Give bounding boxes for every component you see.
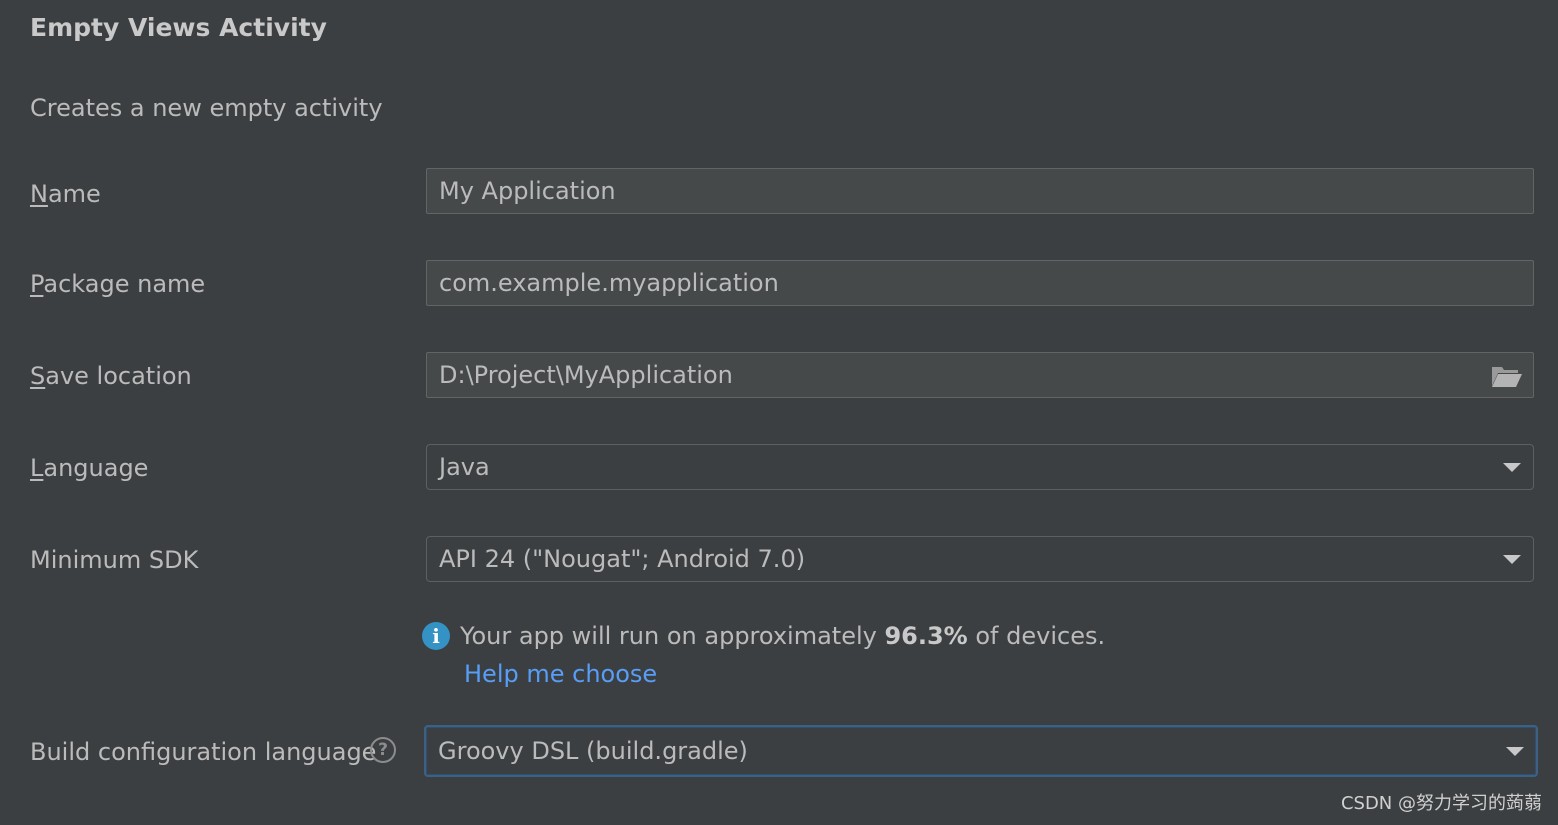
page-title: Empty Views Activity bbox=[30, 13, 327, 42]
watermark: CSDN @努力学习的蒟蒻 bbox=[1340, 793, 1542, 814]
save-location-label-text: ave location bbox=[45, 362, 192, 390]
package-name-input[interactable]: com.example.myapplication bbox=[426, 260, 1534, 306]
name-input-value: My Application bbox=[439, 177, 616, 205]
build-config-label: Build configuration language bbox=[30, 738, 377, 766]
minimum-sdk-select[interactable]: API 24 ("Nougat"; Android 7.0) bbox=[426, 536, 1534, 582]
sdk-coverage-suffix: of devices. bbox=[967, 622, 1106, 650]
name-input[interactable]: My Application bbox=[426, 168, 1534, 214]
sdk-coverage-prefix: Your app will run on approximately bbox=[460, 622, 885, 650]
sdk-coverage-percent: 96.3% bbox=[884, 622, 968, 650]
save-location-label-mnemonic: S bbox=[30, 362, 46, 390]
name-label-text: ame bbox=[47, 180, 101, 208]
minimum-sdk-label: Minimum SDK bbox=[30, 546, 199, 574]
language-label: Language bbox=[30, 450, 148, 486]
save-location-input[interactable]: D:\Project\MyApplication bbox=[426, 352, 1534, 398]
info-icon: i bbox=[422, 622, 450, 650]
sdk-coverage-info: i Your app will run on approximately 96.… bbox=[422, 618, 1105, 654]
chevron-down-icon[interactable] bbox=[1506, 747, 1524, 756]
language-select-value: Java bbox=[439, 453, 490, 481]
name-label-mnemonic: N bbox=[30, 180, 48, 208]
chevron-down-icon[interactable] bbox=[1503, 463, 1521, 472]
folder-open-icon[interactable] bbox=[1491, 364, 1523, 388]
help-icon[interactable]: ? bbox=[370, 737, 396, 763]
package-name-label-text: ackage name bbox=[43, 270, 206, 298]
package-name-label: Package name bbox=[30, 266, 205, 302]
name-label: Name bbox=[30, 176, 101, 212]
build-config-select-value: Groovy DSL (build.gradle) bbox=[438, 737, 748, 765]
sdk-coverage-text: Your app will run on approximately 96.3%… bbox=[460, 622, 1105, 650]
build-config-select[interactable]: Groovy DSL (build.gradle) bbox=[424, 725, 1538, 777]
chevron-down-icon[interactable] bbox=[1503, 555, 1521, 564]
minimum-sdk-select-value: API 24 ("Nougat"; Android 7.0) bbox=[439, 545, 806, 573]
package-name-label-mnemonic: P bbox=[30, 270, 44, 298]
language-label-mnemonic: L bbox=[30, 454, 44, 482]
save-location-input-value: D:\Project\MyApplication bbox=[439, 361, 733, 389]
page-description: Creates a new empty activity bbox=[30, 94, 383, 122]
save-location-label: Save location bbox=[30, 358, 192, 394]
help-me-choose-link[interactable]: Help me choose bbox=[464, 656, 657, 692]
language-select[interactable]: Java bbox=[426, 444, 1534, 490]
package-name-input-value: com.example.myapplication bbox=[439, 269, 779, 297]
language-label-text: anguage bbox=[43, 454, 149, 482]
